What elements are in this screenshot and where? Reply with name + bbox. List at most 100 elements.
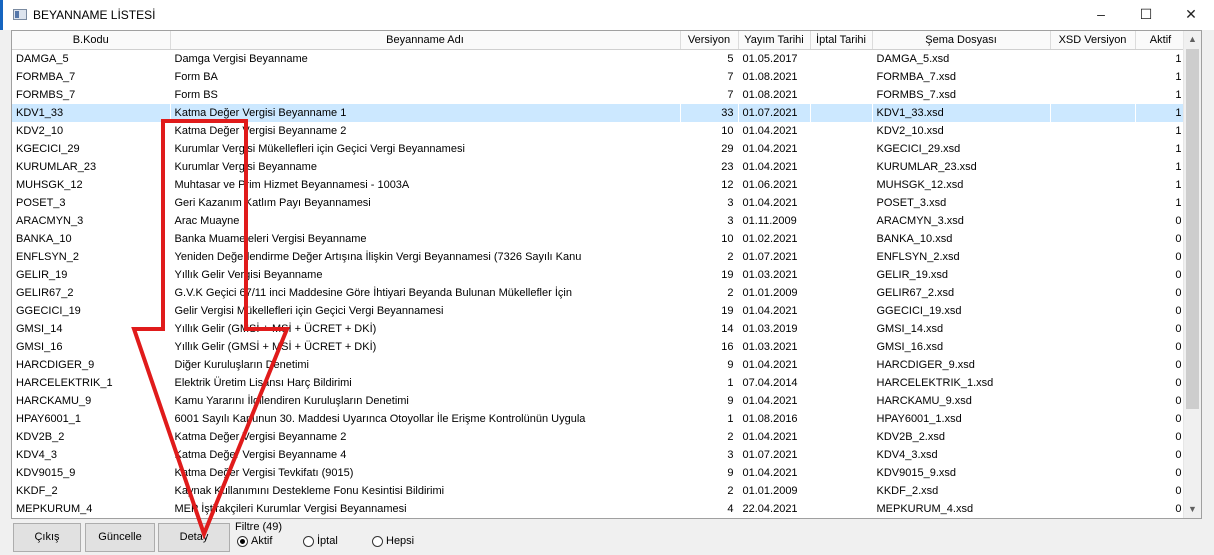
table-cell: 1: [1135, 104, 1186, 122]
table-cell: 0: [1175, 413, 1182, 425]
table-row[interactable]: HARCELEKTRIK_1 Elektrik Üretim Lisansı Ha…: [12, 374, 1186, 392]
table-cell: KDV1_33: [12, 104, 170, 122]
beyanname-grid[interactable]: B.Kodu Beyanname Adı Versiyon Yayım Tarihi İ…: [11, 30, 1202, 519]
table-row[interactable]: GMSI_16 Yıllık Gelir (GMSİ + MSİ + ÜCRET …: [12, 338, 1186, 356]
table-row[interactable]: KDV1_33 Katma Değer Vergisi Beyanname 1 33…: [12, 104, 1186, 122]
column-header[interactable]: Versiyon: [680, 31, 739, 50]
radio-iptal-icon[interactable]: [303, 535, 314, 547]
table-cell: HARCDIGER_9.xsd: [876, 359, 975, 371]
table-cell: GGECICI_19.xsd: [876, 305, 962, 317]
column-header[interactable]: B.Kodu: [12, 31, 171, 50]
exit-button[interactable]: Çıkış: [13, 523, 81, 552]
scroll-up-arrow-icon[interactable]: ▲: [1184, 31, 1201, 48]
filter-label: Filtre (49): [235, 521, 283, 533]
table-row[interactable]: GMSI_14 Yıllık Gelir (GMSİ + MSİ + ÜCRET …: [12, 320, 1186, 338]
table-cell: [1050, 428, 1135, 446]
table-cell: 2: [727, 431, 734, 443]
table-cell: 0: [1175, 215, 1182, 227]
table-row[interactable]: DAMGA_5 Damga Vergisi Beyanname 5 01.05.201…: [12, 50, 1186, 69]
column-header[interactable]: XSD Versiyon: [1050, 31, 1136, 50]
table-cell: KGECICI_29: [16, 143, 80, 155]
table-row[interactable]: ENFLSYN_2 Yeniden Değerlendirme Değer Art…: [12, 248, 1186, 266]
close-button[interactable]: ✕: [1168, 0, 1214, 30]
table-row[interactable]: ARACMYN_3 Arac Muayne 3 01.11.2009 ARACMYN_3…: [12, 212, 1186, 230]
table-cell: Katma Değer Vergisi Beyanname 2: [174, 431, 347, 443]
table-cell: [810, 86, 872, 104]
table-row[interactable]: KDV9015_9 Katma Değer Vergisi Tevkifatı (…: [12, 464, 1186, 482]
table-cell: [810, 302, 872, 320]
filter-option-aktif[interactable]: Aktif: [237, 535, 272, 547]
table-cell: [1050, 356, 1135, 374]
column-header[interactable]: Şema Dosyası: [872, 31, 1051, 50]
table-row[interactable]: HPAY6001_1 6001 Sayılı Kanunun 30. Maddes…: [12, 410, 1186, 428]
table-header-row: B.Kodu Beyanname Adı Versiyon Yayım Tarihi İ…: [12, 31, 1187, 50]
table-cell: KDV2_10.xsd: [876, 125, 944, 137]
table-cell: 01.08.2016: [742, 413, 798, 425]
table-cell: 01.03.2019: [742, 323, 798, 335]
table-cell: 33: [680, 104, 738, 122]
table-cell: [810, 446, 872, 464]
filter-option-hepsi[interactable]: Hepsi: [372, 535, 414, 547]
column-header[interactable]: Beyanname Adı: [170, 31, 681, 50]
table-cell: KDV2B_2: [16, 431, 65, 443]
scrollbar-thumb[interactable]: [1186, 49, 1199, 409]
table-cell: 01.04.2021: [742, 125, 798, 137]
table-row[interactable]: HARCKAMU_9 Kamu Yararını İlgilendiren Kur…: [12, 392, 1186, 410]
table-cell: 0: [1175, 359, 1182, 371]
table-cell: GMSI_16.xsd: [876, 341, 944, 353]
table-row[interactable]: KGECICI_29 Kurumlar Vergisi Mükellefleri …: [12, 140, 1186, 158]
filter-option-iptal[interactable]: İptal: [303, 535, 338, 547]
table-row[interactable]: KDV2B_2 Katma Değer Vergisi Beyanname 220…: [12, 428, 1186, 446]
table-cell: 01.04.2021: [742, 197, 798, 209]
detail-button[interactable]: Detay: [158, 523, 230, 552]
column-header[interactable]: Aktif: [1135, 31, 1187, 50]
table-cell: 9: [727, 395, 734, 407]
table-row[interactable]: KDV4_3 Katma Değer Vergisi Beyanname 4 3 01…: [12, 446, 1186, 464]
table-row[interactable]: BANKA_10 Banka Muameleleri Vergisi Beyann…: [12, 230, 1186, 248]
column-header[interactable]: İptal Tarihi: [810, 31, 873, 50]
minimize-button[interactable]: –: [1078, 0, 1124, 30]
table-cell: [1050, 212, 1135, 230]
table-row[interactable]: MUHSGK_12 Muhtasar ve Prim Hizmet Beyanna…: [12, 176, 1186, 194]
table-cell: 0: [1175, 503, 1182, 515]
table-row[interactable]: KKDF_2 Kaynak Kullanımını Destekleme Fonu…: [12, 482, 1186, 500]
table-cell: 01.04.2021: [742, 161, 798, 173]
table-cell: 1: [1175, 143, 1182, 155]
table-row[interactable]: GELIR67_2 G.V.K Geçici 67/11 inci Maddesi…: [12, 284, 1186, 302]
radio-aktif-icon[interactable]: [237, 535, 248, 547]
table-cell: Yeniden Değerlendirme Değer Artışına İli…: [174, 251, 582, 263]
maximize-button[interactable]: ☐: [1123, 0, 1169, 30]
table-cell: 1: [1175, 71, 1182, 83]
radio-hepsi-icon[interactable]: [372, 535, 383, 547]
table-row[interactable]: HARCDIGER_9 Diğer Kuruluşların Denetimi 9 0…: [12, 356, 1186, 374]
table-row[interactable]: FORMBS_7 Form BS 7 01.08.2021 FORMBS_7.xsd 1: [12, 86, 1186, 104]
vertical-scrollbar[interactable]: ▲ ▼: [1183, 31, 1201, 518]
table-cell: [1050, 194, 1135, 212]
table-cell: 1: [727, 377, 734, 389]
table-row[interactable]: MEPKURUM_4 MEP İştirakçileri Kurumlar Ver…: [12, 500, 1186, 518]
table-cell: POSET_3.xsd: [876, 197, 947, 209]
table-cell: [1050, 410, 1135, 428]
column-header[interactable]: Yayım Tarihi: [738, 31, 811, 50]
table-cell: BANKA_10.xsd: [876, 233, 953, 245]
table-cell: [810, 410, 872, 428]
table-row[interactable]: KURUMLAR_23 Kurumlar Vergisi Beyanname 23 0…: [12, 158, 1186, 176]
table-cell: GELIR67_2.xsd: [876, 287, 955, 299]
table-row[interactable]: FORMBA_7 Form BA 7 01.08.2021 FORMBA_7.xsd 1: [12, 68, 1186, 86]
bottom-toolbar: Çıkış Güncelle Detay Filtre (49) Aktif İ…: [11, 519, 1202, 555]
table-cell: [810, 140, 872, 158]
table-row[interactable]: GELIR_19 Yıllık Gelir Vergisi Beyanname 19…: [12, 266, 1186, 284]
table-cell: HARCELEKTRIK_1.xsd: [876, 377, 994, 389]
table-cell: [810, 356, 872, 374]
table-cell: Diğer Kuruluşların Denetimi: [174, 359, 310, 371]
table-row[interactable]: KDV2_10 Katma Değer Vergisi Beyanname 2 10…: [12, 122, 1186, 140]
table-cell: HPAY6001_1: [16, 413, 82, 425]
table-cell: 01.07.2021: [738, 104, 810, 122]
table-cell: 1: [1175, 161, 1182, 173]
table-cell: [1050, 176, 1135, 194]
scroll-down-arrow-icon[interactable]: ▼: [1184, 501, 1201, 518]
update-button[interactable]: Güncelle: [85, 523, 155, 552]
table-row[interactable]: GGECICI_19 Gelir Vergisi Mükellefleri içi…: [12, 302, 1186, 320]
table-cell: 01.08.2021: [742, 71, 798, 83]
table-row[interactable]: POSET_3 Geri Kazanım Katlım Payı Beyannam…: [12, 194, 1186, 212]
